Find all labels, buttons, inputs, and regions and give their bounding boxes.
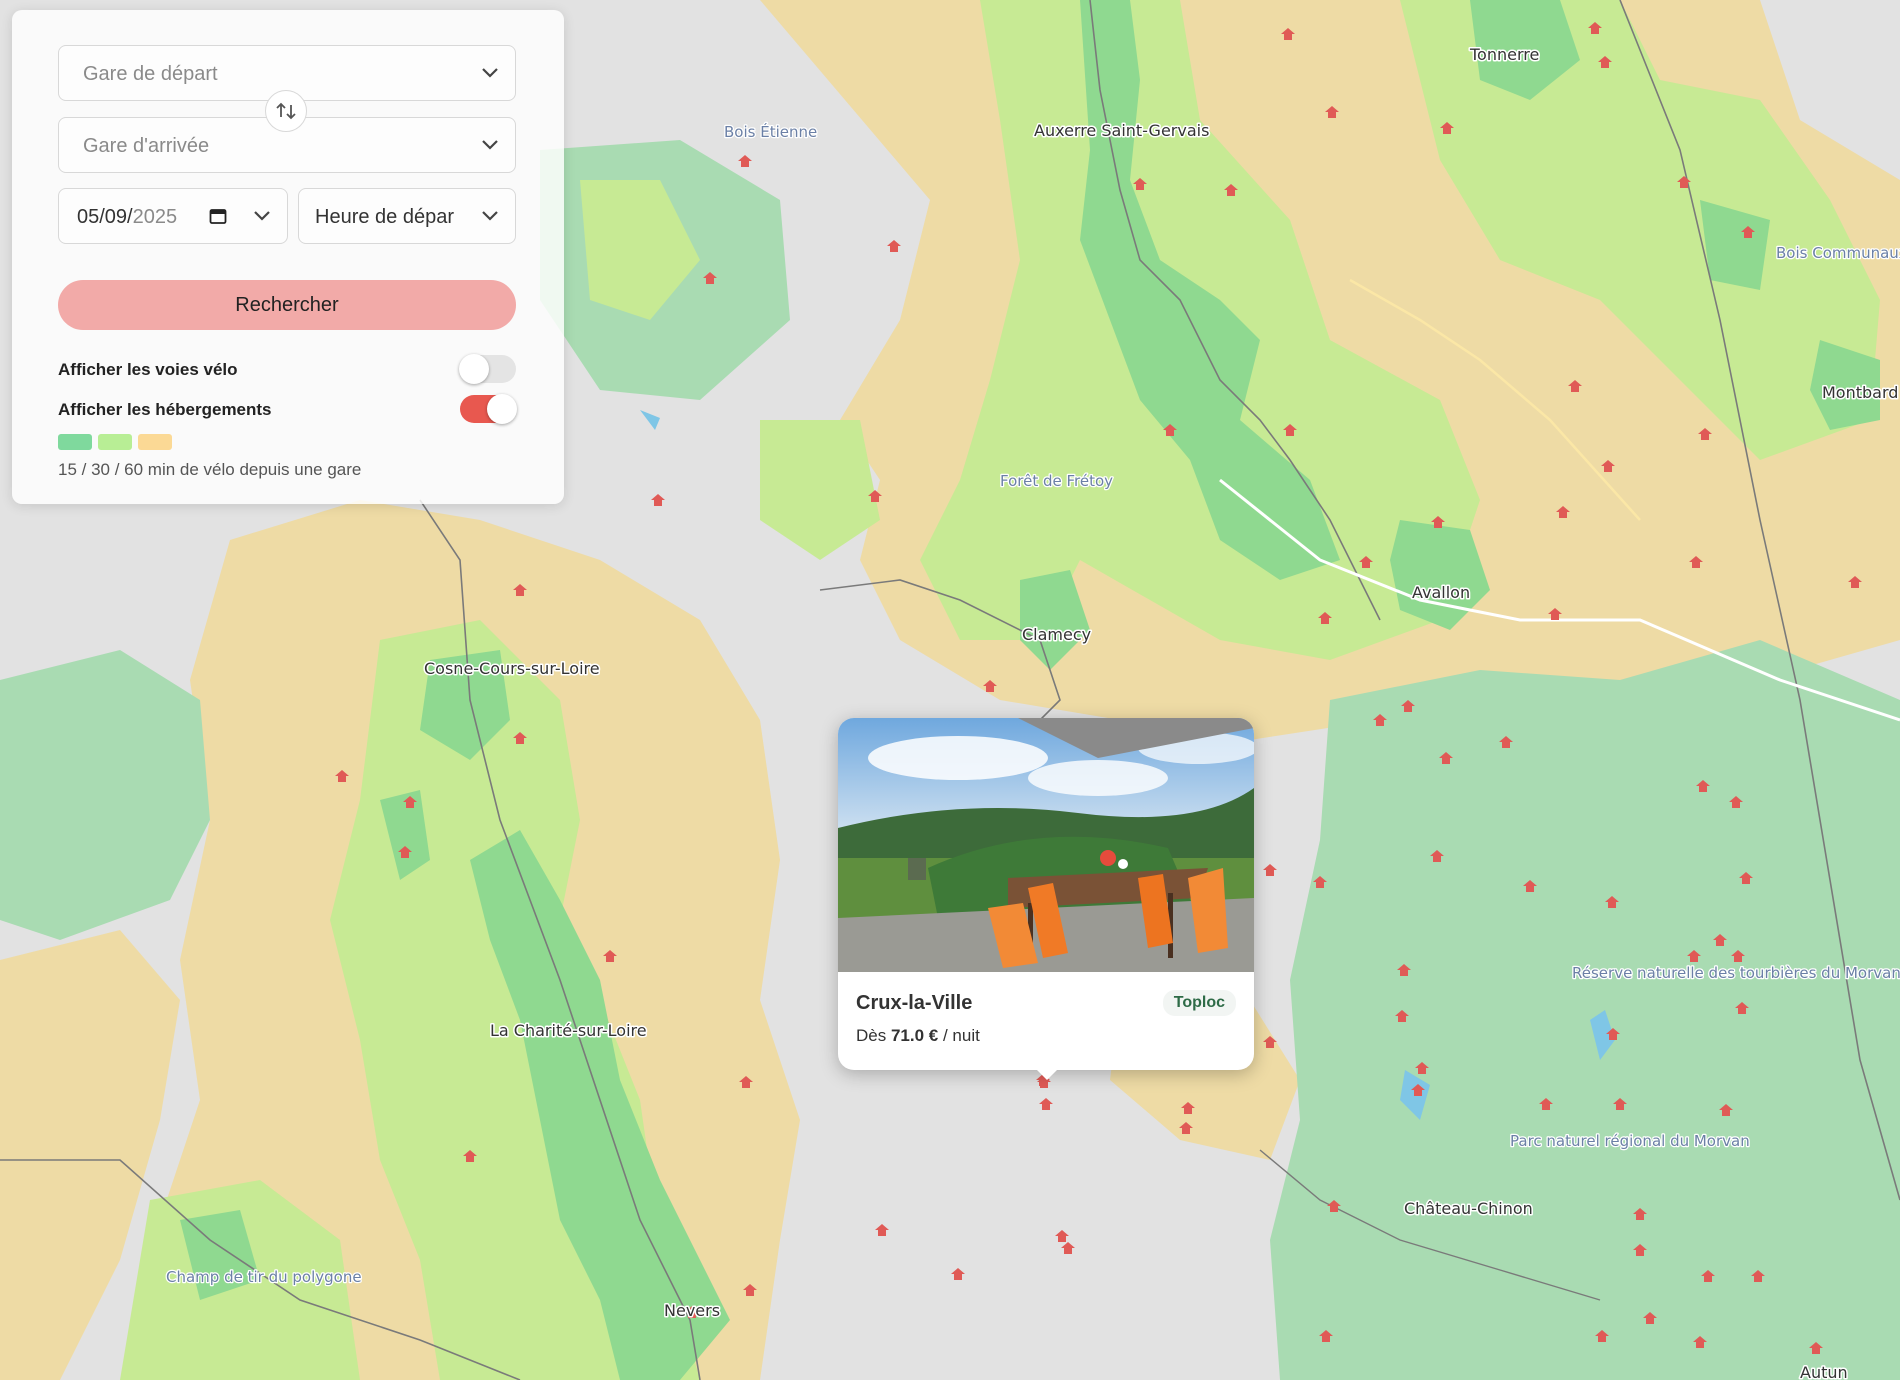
legend-swatch-30 [98, 434, 132, 450]
legend-swatch-60 [138, 434, 172, 450]
provider-badge: Toploc [1162, 990, 1236, 1016]
accommodation-title: Crux-la-Ville [856, 992, 973, 1014]
date-input[interactable]: 05/09/2025 [58, 188, 288, 244]
accommodation-photo [838, 718, 1254, 972]
price-prefix: Dès [856, 1026, 887, 1045]
map-label: Réserve naturelle des tourbières du Morv… [1572, 964, 1900, 982]
map-label: Forêt de Frétoy [1000, 472, 1113, 490]
search-button[interactable]: Rechercher [58, 280, 516, 330]
price-text: Dès 71.0 € / nuit [856, 1026, 980, 1046]
time-placeholder: Heure de dépar [315, 206, 454, 228]
departure-placeholder: Gare de départ [83, 63, 218, 85]
map-label: Bois Étienne [724, 122, 817, 141]
lodging-label: Afficher les hébergements [58, 400, 272, 419]
map-label: La Charité-sur-Loire [490, 1021, 647, 1040]
calendar-icon[interactable] [209, 207, 227, 225]
toggle-knob [459, 354, 489, 384]
accommodation-popup[interactable]: Crux-la-Ville Toploc Dès 71.0 € / nuit [838, 718, 1254, 1080]
map-label: Autun [1800, 1363, 1848, 1380]
price-value: 71.0 € [890, 1026, 939, 1045]
chevron-down-icon [482, 140, 498, 150]
date-value: 05/09/ [77, 206, 133, 228]
map-label: Auxerre Saint-Gervais [1034, 121, 1209, 140]
legend-text: 15 / 30 / 60 min de vélo depuis une gare [58, 460, 362, 479]
lodging-toggle[interactable] [460, 394, 517, 424]
swap-stations-button[interactable] [265, 90, 307, 132]
chevron-down-icon [482, 211, 498, 221]
chevron-down-icon [254, 211, 270, 221]
popup-pointer [1036, 1069, 1058, 1080]
map-label: Avallon [1412, 583, 1470, 602]
map-label: Montbard [1822, 383, 1898, 402]
map-label: Cosne-Cours-sur-Loire [424, 659, 600, 678]
chevron-down-icon [482, 68, 498, 78]
map-label: Tonnerre [1469, 45, 1539, 64]
arrival-placeholder: Gare d'arrivée [83, 135, 210, 157]
date-year: 2025 [132, 206, 178, 228]
legend-swatch-15 [58, 434, 92, 450]
map-label: Bois Communaux de Ravières [1776, 244, 1900, 262]
price-suffix: / nuit [942, 1026, 980, 1045]
search-panel: Gare de départ Gare d'arrivée 05/09/2025… [12, 10, 564, 504]
toggle-knob [487, 394, 517, 424]
map-label: Champ de tir du polygone [166, 1268, 362, 1286]
map-label: Clamecy [1022, 625, 1091, 644]
departure-time-select[interactable]: Heure de dépar [298, 188, 516, 244]
bike-lanes-label: Afficher les voies vélo [58, 360, 238, 379]
map-label: Nevers [664, 1301, 720, 1320]
map-label: Parc naturel régional du Morvan [1510, 1132, 1750, 1150]
map-label: Château-Chinon [1404, 1199, 1533, 1218]
bike-lanes-toggle[interactable] [459, 354, 516, 384]
swap-arrows-icon [276, 102, 296, 120]
